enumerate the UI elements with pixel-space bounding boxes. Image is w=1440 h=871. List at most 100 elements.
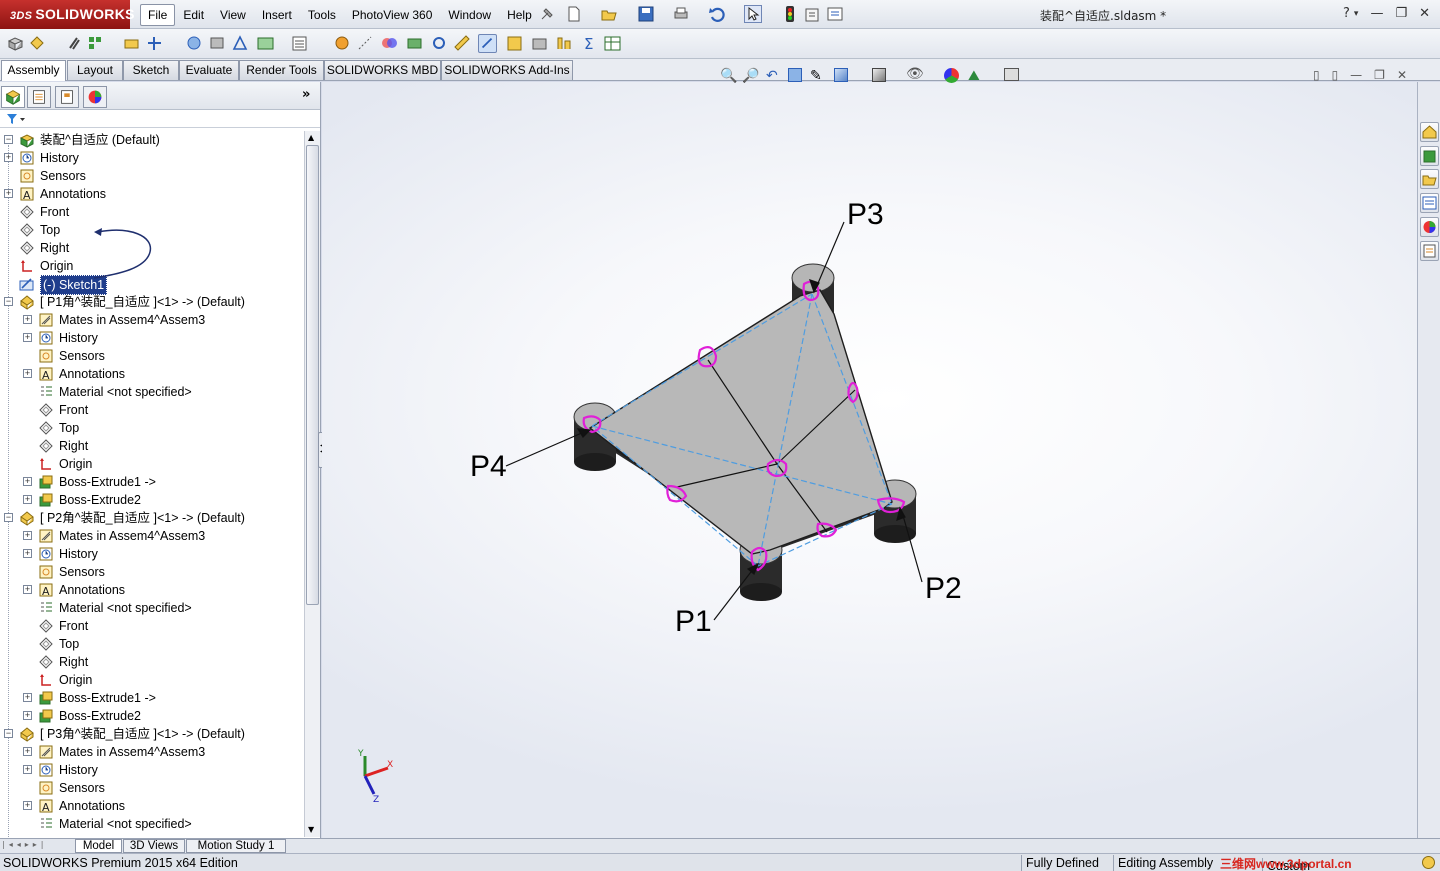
menu-file[interactable]: File [140, 4, 176, 26]
tree-node[interactable]: Sensors [0, 167, 300, 185]
show-hidden-components-icon[interactable] [185, 34, 204, 53]
tree-node[interactable]: Top [0, 419, 300, 437]
solidworks-logo[interactable]: 3DS SOLIDWORKS [0, 0, 134, 29]
mate-icon[interactable] [28, 34, 47, 53]
resize-grip-icon[interactable] [1422, 856, 1435, 869]
view-orientation-icon[interactable] [834, 68, 848, 82]
tree-node[interactable]: Right [0, 653, 300, 671]
tree-node[interactable]: − [ P1角^装配_自适应 ]<1> -> (Default) [0, 293, 300, 311]
select-arrow-icon[interactable] [744, 5, 762, 23]
callout-p4[interactable]: P4 [470, 450, 507, 484]
collapse-toggle-icon[interactable]: − [4, 297, 13, 306]
save-icon[interactable] [637, 5, 655, 23]
graphics-area[interactable]: 🔍 🔎 ↶ ✎ 👁 ⛰ ▯ ▯ — ❐ ✕ P3 P4 P2 P1 Y X Z [322, 66, 1417, 838]
menu-help[interactable]: Help [499, 4, 540, 26]
viewport-minimize-icon[interactable]: — [1350, 68, 1362, 82]
expand-toggle-icon[interactable]: + [23, 495, 32, 504]
expand-panel-chevron-icon[interactable]: » [302, 87, 310, 102]
tree-node[interactable]: + A Annotations [0, 365, 300, 383]
paperclip-icon[interactable] [64, 34, 83, 53]
tree-node[interactable]: Front [0, 203, 300, 221]
file-properties-icon[interactable] [803, 5, 821, 23]
instant3d-icon[interactable] [478, 34, 497, 53]
linear-pattern-icon[interactable] [86, 34, 105, 53]
expand-toggle-icon[interactable]: + [4, 189, 13, 198]
feature-tree-tab-icon[interactable] [1, 86, 25, 108]
tree-node[interactable]: Material <not specified> [0, 383, 300, 401]
expand-toggle-icon[interactable]: + [23, 765, 32, 774]
tab-assembly[interactable]: Assembly [1, 60, 66, 81]
measure-icon[interactable] [453, 34, 472, 53]
tile-left-icon[interactable]: ▯ [1313, 68, 1320, 82]
tab-solidworks-mbd[interactable]: SOLIDWORKS MBD [324, 60, 441, 80]
scroll-down-arrow-icon[interactable]: ▼ [308, 825, 314, 834]
design-library-icon[interactable] [1420, 146, 1439, 166]
large-assembly-mode-icon[interactable] [555, 34, 574, 53]
tree-node[interactable]: + A Annotations [0, 581, 300, 599]
expand-toggle-icon[interactable]: + [23, 693, 32, 702]
tree-node[interactable]: Sensors [0, 779, 300, 797]
tree-filter-bar[interactable] [0, 110, 320, 128]
collapse-toggle-icon[interactable]: − [4, 513, 13, 522]
expand-toggle-icon[interactable]: + [23, 801, 32, 810]
pin-icon[interactable] [538, 5, 556, 23]
tree-node[interactable]: + Boss-Extrude1 -> [0, 689, 300, 707]
tree-node[interactable]: − [ P2角^装配_自适应 ]<1> -> (Default) [0, 509, 300, 527]
expand-toggle-icon[interactable]: + [23, 315, 32, 324]
update-speedpak-icon[interactable] [505, 34, 524, 53]
reference-geometry-icon[interactable] [231, 34, 250, 53]
viewport-restore-icon[interactable]: ❐ [1374, 68, 1385, 82]
tree-node[interactable]: Origin [0, 671, 300, 689]
tree-node[interactable]: Material <not specified> [0, 815, 300, 833]
design-table-icon[interactable] [603, 34, 622, 53]
expand-toggle-icon[interactable]: + [23, 711, 32, 720]
menu-insert[interactable]: Insert [254, 4, 300, 26]
edit-appearance-icon[interactable] [944, 68, 959, 83]
expand-toggle-icon[interactable]: + [23, 477, 32, 486]
smart-fasteners-icon[interactable] [122, 34, 141, 53]
tile-right-icon[interactable]: ▯ [1332, 68, 1339, 82]
view-settings-icon[interactable] [1004, 68, 1019, 81]
tree-node[interactable]: + History [0, 545, 300, 563]
insert-components-icon[interactable] [6, 34, 25, 53]
file-explorer-icon[interactable] [1420, 169, 1439, 189]
help-dropdown-icon[interactable]: ▾ [1354, 6, 1359, 22]
viewport-close-icon[interactable]: ✕ [1397, 68, 1407, 82]
display-manager-tab-icon[interactable] [83, 86, 107, 108]
expand-toggle-icon[interactable]: + [23, 531, 32, 540]
menu-window[interactable]: Window [440, 4, 499, 26]
custom-properties-icon[interactable] [1420, 241, 1439, 261]
expand-toggle-icon[interactable]: + [4, 153, 13, 162]
menu-view[interactable]: View [212, 4, 254, 26]
view-palette-icon[interactable] [1420, 193, 1439, 213]
property-manager-tab-icon[interactable] [27, 86, 51, 108]
bill-of-materials-icon[interactable] [290, 34, 309, 53]
interference-detection-icon[interactable] [380, 34, 399, 53]
callout-p2[interactable]: P2 [925, 572, 962, 606]
open-folder-icon[interactable] [600, 5, 618, 23]
solidworks-resources-icon[interactable] [1420, 122, 1439, 142]
menu-photoview[interactable]: PhotoView 360 [344, 4, 441, 26]
move-component-icon[interactable] [145, 34, 164, 53]
tab-sketch[interactable]: Sketch [123, 60, 179, 80]
exploded-view-icon[interactable] [333, 34, 352, 53]
configuration-manager-tab-icon[interactable] [55, 86, 79, 108]
tree-node[interactable]: + Mates in Assem4^Assem3 [0, 527, 300, 545]
section-view-icon[interactable] [788, 68, 802, 82]
appearances-scenes-icon[interactable] [1420, 217, 1439, 237]
tab-render-tools[interactable]: Render Tools [239, 60, 324, 80]
take-snapshot-icon[interactable] [530, 34, 549, 53]
new-document-icon[interactable] [565, 5, 583, 23]
tree-node[interactable]: Sensors [0, 347, 300, 365]
clearance-verification-icon[interactable] [405, 34, 424, 53]
tab-3d-views[interactable]: 3D Views [123, 839, 185, 853]
tree-node[interactable]: − 装配^自适应 (Default) [0, 131, 300, 149]
expand-toggle-icon[interactable]: + [23, 333, 32, 342]
tree-node[interactable]: + History [0, 329, 300, 347]
display-style-icon[interactable] [872, 68, 886, 82]
callout-p3[interactable]: P3 [847, 198, 884, 232]
tree-node[interactable]: Sensors [0, 563, 300, 581]
menu-edit[interactable]: Edit [175, 4, 212, 26]
sum-icon[interactable]: Σ [580, 34, 599, 53]
tree-node[interactable]: + Mates in Assem4^Assem3 [0, 311, 300, 329]
